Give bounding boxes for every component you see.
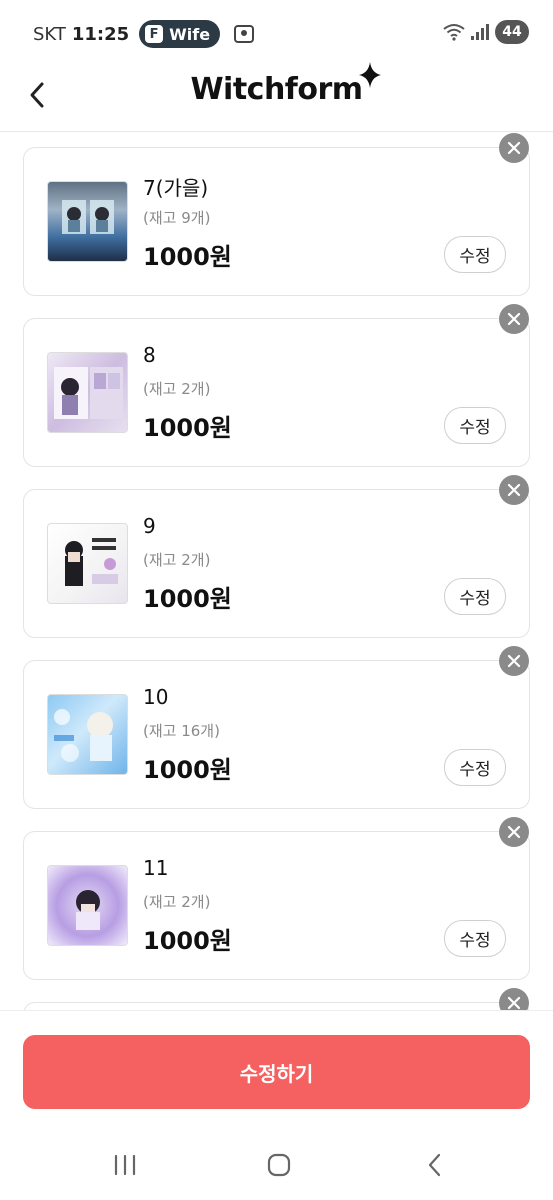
item-stock: (재고 16개): [143, 722, 220, 740]
remove-button[interactable]: [499, 646, 529, 676]
sparkle-icon: [358, 62, 381, 88]
carrier-label: SKT: [33, 23, 66, 45]
item-name: 11: [143, 856, 169, 880]
item-thumbnail: [47, 352, 128, 433]
remove-button[interactable]: [499, 817, 529, 847]
list-item: 8 (재고 2개) 1000원 수정: [23, 318, 530, 467]
item-thumbnail: [47, 694, 128, 775]
item-name: 8: [143, 343, 156, 367]
edit-button[interactable]: 수정: [444, 407, 506, 444]
back-icon: [428, 1153, 441, 1177]
clock: 11:25: [71, 23, 130, 45]
brand-logo: Witchform: [0, 62, 553, 107]
system-nav-bar: [0, 1128, 553, 1200]
item-stock: (재고 2개): [143, 380, 211, 398]
close-icon: [507, 825, 521, 839]
logo-text: Witchform: [190, 72, 363, 107]
battery-icon: 44: [495, 20, 529, 44]
edit-button[interactable]: 수정: [444, 920, 506, 957]
edit-button[interactable]: 수정: [444, 749, 506, 786]
item-price: 1000원: [143, 243, 232, 271]
item-stock: (재고 9개): [143, 209, 211, 227]
item-price: 1000원: [143, 414, 232, 442]
item-name: 7(가을): [143, 176, 209, 200]
item-thumbnail: [47, 523, 128, 604]
item-stock: (재고 2개): [143, 551, 211, 569]
item-stock: (재고 2개): [143, 893, 211, 911]
list-item: [23, 1002, 530, 1010]
system-back-button[interactable]: [414, 1150, 454, 1180]
wifi-icon: [443, 23, 465, 41]
item-price: 1000원: [143, 756, 232, 784]
submit-edit-button[interactable]: 수정하기: [23, 1035, 530, 1109]
item-thumbnail: [47, 181, 128, 262]
signal-icon: [471, 24, 489, 40]
list-item: 9 (재고 2개) 1000원 수정: [23, 489, 530, 638]
close-icon: [507, 996, 521, 1010]
item-price: 1000원: [143, 927, 232, 955]
app-pill-label: Wifе: [169, 24, 211, 44]
app-header: Witchform: [0, 62, 553, 132]
bottom-action-bar: 수정하기: [0, 1010, 553, 1128]
recent-apps-button[interactable]: [105, 1150, 145, 1180]
close-icon: [507, 654, 521, 668]
list-item: 10 (재고 16개) 1000원 수정: [23, 660, 530, 809]
item-name: 9: [143, 514, 156, 538]
app-notification-pill: F Wifе: [139, 20, 221, 48]
item-name: 10: [143, 685, 169, 709]
status-bar: SKT 11:25 F Wifе 44: [0, 0, 553, 62]
status-right: 44: [443, 20, 529, 44]
recent-apps-icon: [114, 1154, 136, 1176]
remove-button[interactable]: [499, 475, 529, 505]
home-button[interactable]: [259, 1150, 299, 1180]
list-item: 7(가을) (재고 9개) 1000원 수정: [23, 147, 530, 296]
close-icon: [507, 483, 521, 497]
item-thumbnail: [47, 865, 128, 946]
app-logo-icon: F: [145, 25, 164, 43]
close-icon: [507, 312, 521, 326]
status-left: SKT 11:25 F Wifе: [33, 20, 255, 48]
remove-button[interactable]: [499, 988, 529, 1010]
list-item: 11 (재고 2개) 1000원 수정: [23, 831, 530, 980]
close-icon: [507, 141, 521, 155]
edit-button[interactable]: 수정: [444, 236, 506, 273]
remove-button[interactable]: [499, 133, 529, 163]
screenshot-icon: [234, 25, 255, 43]
item-price: 1000원: [143, 585, 232, 613]
item-list[interactable]: 7(가을) (재고 9개) 1000원 수정 8 (재고 2개) 1000원 수…: [0, 132, 553, 1010]
edit-button[interactable]: 수정: [444, 578, 506, 615]
remove-button[interactable]: [499, 304, 529, 334]
home-icon: [267, 1153, 291, 1177]
